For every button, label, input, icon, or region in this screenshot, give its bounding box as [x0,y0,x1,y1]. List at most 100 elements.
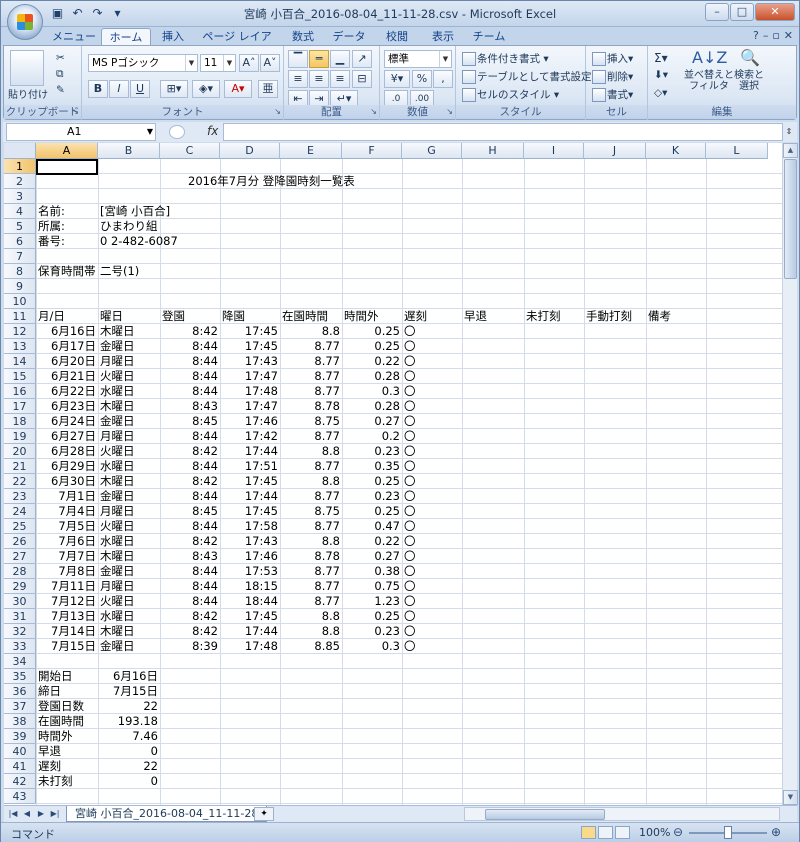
zoom-slider-thumb[interactable] [724,826,732,839]
table-cell[interactable]: 0.35 [342,459,402,474]
scroll-down-icon[interactable]: ▼ [783,790,798,805]
row-header-8[interactable]: 8 [4,264,36,279]
row-header-26[interactable]: 26 [4,534,36,549]
table-cell[interactable]: 8.77 [280,384,342,399]
row-header-16[interactable]: 16 [4,384,36,399]
table-cell[interactable]: 〇 [402,444,462,459]
align-top-button[interactable]: ▔ [288,50,308,68]
row-header-29[interactable]: 29 [4,579,36,594]
info-value[interactable]: 0 2-482-6087 [98,234,178,249]
table-cell[interactable]: 8:42 [160,609,220,624]
dialog-launcher-icon[interactable]: ↘ [72,105,79,119]
table-cell[interactable]: 〇 [402,594,462,609]
tab-formulas[interactable]: 数式 [283,28,323,46]
percent-button[interactable]: % [412,70,432,88]
table-cell[interactable]: 17:47 [220,369,280,384]
scroll-thumb[interactable] [784,159,797,279]
row-header-24[interactable]: 24 [4,504,36,519]
first-sheet-icon[interactable]: |◀ [6,807,20,821]
table-header[interactable]: 時間外 [342,309,402,324]
font-size-combo[interactable]: 11 ▼ [200,54,236,72]
table-cell[interactable]: 8.78 [280,399,342,414]
table-cell[interactable]: 17:45 [220,474,280,489]
table-cell[interactable]: 8:44 [160,459,220,474]
table-cell[interactable]: 6月16日 [36,324,98,339]
table-cell[interactable]: 〇 [402,519,462,534]
row-header-34[interactable]: 34 [4,654,36,669]
table-cell[interactable]: 8:44 [160,339,220,354]
row-header-25[interactable]: 25 [4,519,36,534]
table-cell[interactable]: 17:47 [220,399,280,414]
close-button[interactable]: ✕ [755,3,795,21]
table-cell[interactable]: 8.8 [280,474,342,489]
table-cell[interactable]: 6月28日 [36,444,98,459]
dialog-launcher-icon[interactable]: ↘ [274,105,281,119]
table-cell[interactable]: 火曜日 [98,444,160,459]
horizontal-scrollbar[interactable] [464,807,780,821]
table-cell[interactable]: 0.22 [342,354,402,369]
table-cell[interactable]: 8.77 [280,459,342,474]
column-header-e[interactable]: E [280,143,342,159]
table-cell[interactable]: 6月17日 [36,339,98,354]
row-header-35[interactable]: 35 [4,669,36,684]
paste-icon[interactable] [10,50,44,86]
table-cell[interactable]: 7月14日 [36,624,98,639]
summary-value[interactable]: 22 [98,759,160,774]
minimize-button[interactable]: – [705,3,729,21]
info-label[interactable]: 所属: [36,219,98,234]
table-cell[interactable]: 7月8日 [36,564,98,579]
info-value[interactable]: ひまわり組 [98,219,160,234]
table-header[interactable]: 降園 [220,309,280,324]
summary-label[interactable]: 遅刻 [36,759,98,774]
table-cell[interactable]: 0.27 [342,414,402,429]
delete-cells-button[interactable]: 削除▾ [592,69,633,84]
table-cell[interactable]: 〇 [402,399,462,414]
summary-value[interactable]: 7.46 [98,729,160,744]
table-cell[interactable]: 火曜日 [98,519,160,534]
table-cell[interactable]: 〇 [402,339,462,354]
select-all-corner[interactable] [4,143,36,159]
table-header[interactable]: 在園時間 [280,309,342,324]
row-header-27[interactable]: 27 [4,549,36,564]
column-header-h[interactable]: H [462,143,524,159]
row-header-3[interactable]: 3 [4,189,36,204]
table-cell[interactable]: 17:45 [220,504,280,519]
table-cell[interactable]: 8.8 [280,324,342,339]
sort-filter-icon[interactable]: A↓Z [692,48,727,67]
tab-view[interactable]: 表示 [423,28,463,46]
row-header-2[interactable]: 2 [4,174,36,189]
row-header-30[interactable]: 30 [4,594,36,609]
table-cell[interactable]: 17:45 [220,339,280,354]
copy-icon[interactable]: ⧉ [56,68,64,81]
care-time-label[interactable]: 保育時間帯 [36,264,98,279]
table-cell[interactable]: 〇 [402,459,462,474]
tab-team[interactable]: チーム [467,28,511,46]
table-cell[interactable]: 0.25 [342,504,402,519]
summary-label[interactable]: 締日 [36,684,98,699]
table-cell[interactable]: 月曜日 [98,354,160,369]
column-header-a[interactable]: A [36,143,98,159]
row-header-17[interactable]: 17 [4,399,36,414]
table-header[interactable]: 手動打刻 [584,309,646,324]
number-format-combo[interactable]: 標準 ▼ [384,50,452,68]
table-cell[interactable]: 8:44 [160,369,220,384]
maximize-button[interactable]: □ [730,3,754,21]
paste-button[interactable]: 貼り付け [8,86,48,101]
table-cell[interactable]: 月曜日 [98,579,160,594]
tab-home[interactable]: ホーム [101,28,151,46]
table-cell[interactable]: 金曜日 [98,489,160,504]
row-header-7[interactable]: 7 [4,249,36,264]
office-button[interactable] [7,4,43,40]
shrink-font-button[interactable]: A˅ [260,54,280,72]
table-cell[interactable]: 8.77 [280,489,342,504]
summary-value[interactable]: 22 [98,699,160,714]
table-cell[interactable]: 7月6日 [36,534,98,549]
format-painter-icon[interactable]: ✎ [56,84,65,96]
table-cell[interactable]: 0.22 [342,534,402,549]
table-cell[interactable]: 0.25 [342,339,402,354]
table-cell[interactable]: 木曜日 [98,549,160,564]
table-cell[interactable]: 18:44 [220,594,280,609]
table-cell[interactable]: 17:43 [220,534,280,549]
table-cell[interactable]: 0.38 [342,564,402,579]
table-cell[interactable]: 〇 [402,564,462,579]
